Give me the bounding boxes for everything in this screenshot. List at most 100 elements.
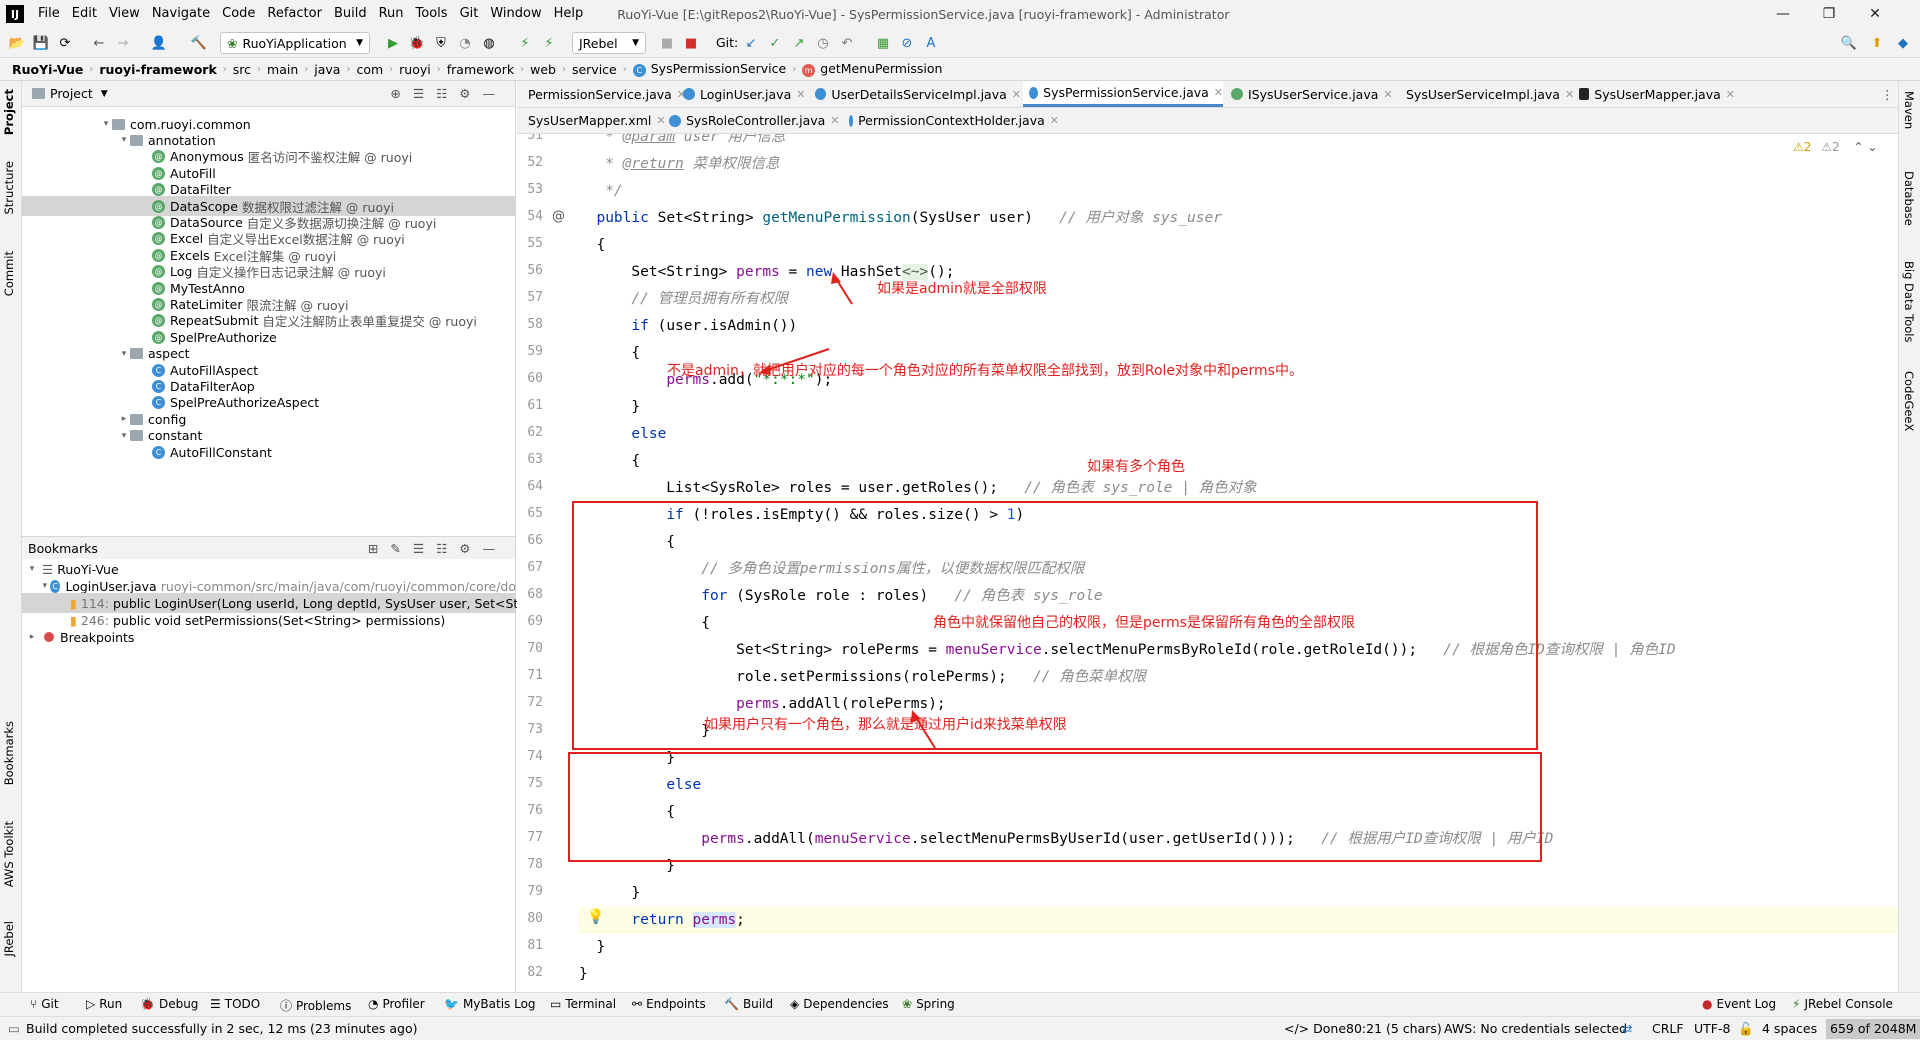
- restore-icon[interactable]: ❐: [1806, 0, 1852, 28]
- project-panel-actions[interactable]: ⊕☰☷⚙—: [390, 86, 507, 101]
- tab-sys-role-controller[interactable]: SysRoleController.java ✕: [663, 108, 841, 133]
- caret-position[interactable]: 80:21 (5 chars): [1346, 1021, 1442, 1036]
- forward-icon[interactable]: →: [114, 34, 132, 52]
- profiler-tool-button[interactable]: ◔ Profiler: [368, 997, 425, 1011]
- menu-file[interactable]: File: [32, 0, 66, 28]
- git-sync-icon[interactable]: ⇄: [1622, 1021, 1632, 1036]
- open-folder-icon[interactable]: 📂: [8, 34, 26, 52]
- menu-window[interactable]: Window: [484, 0, 547, 28]
- menu-edit[interactable]: Edit: [66, 0, 103, 28]
- commit-tool-tab[interactable]: Commit: [2, 251, 16, 296]
- chevron-right-icon[interactable]: ▸: [118, 414, 130, 424]
- menu-tools[interactable]: Tools: [410, 0, 454, 28]
- tab-sys-permission-service[interactable]: SysPermissionService.java ✕: [1023, 81, 1223, 107]
- maven-tool-tab[interactable]: Maven: [1902, 91, 1916, 129]
- run-menu-icon[interactable]: ◍: [480, 34, 498, 52]
- menu-navigate[interactable]: Navigate: [146, 0, 216, 28]
- breadcrumb-service[interactable]: service: [572, 62, 617, 77]
- close-icon[interactable]: ✕: [1012, 88, 1021, 101]
- tab-user-details-service-impl[interactable]: UserDetailsServiceImpl.java ✕: [809, 81, 1021, 107]
- problems-tool-button[interactable]: ⓘ Problems: [280, 997, 351, 1014]
- build-hammer-icon[interactable]: 🔨: [190, 34, 208, 52]
- run-config-select[interactable]: ❀ RuoYiApplication ▼: [220, 32, 370, 54]
- jrebel-debug-icon[interactable]: ⚡: [540, 34, 558, 52]
- file-encoding[interactable]: UTF-8: [1694, 1021, 1730, 1036]
- git-rollback-icon[interactable]: ↶: [838, 34, 856, 52]
- dependencies-tool-button[interactable]: ◈ Dependencies: [790, 997, 889, 1011]
- chevron-down-icon[interactable]: ▾: [118, 349, 130, 359]
- menu-code[interactable]: Code: [216, 0, 261, 28]
- big-data-tools-tab[interactable]: Big Data Tools: [1902, 261, 1916, 342]
- breadcrumb-main[interactable]: main: [267, 62, 298, 77]
- close-icon[interactable]: ✕: [830, 114, 839, 127]
- spring-tool-button[interactable]: ❀ Spring: [902, 997, 955, 1011]
- sync-icon[interactable]: ⟳: [56, 34, 74, 52]
- endpoints-tool-button[interactable]: ⚯ Endpoints: [632, 997, 706, 1011]
- git-tool-button[interactable]: ⑂ Git: [30, 997, 59, 1011]
- build-tool-button[interactable]: 🔨 Build: [724, 997, 773, 1011]
- code-editor[interactable]: 51 52 53 54 55 56 57 58 59 60 61 62 63 64 65 66 67 68 69 70…: [517, 134, 1898, 992]
- jrebel-console-tool-button[interactable]: ⚡ JRebel Console: [1792, 997, 1893, 1011]
- debug-icon[interactable]: 🐞: [408, 34, 426, 52]
- breakpoints-node[interactable]: ▸ Breakpoints: [22, 627, 516, 647]
- aws-toolkit-tool-tab[interactable]: AWS Toolkit: [2, 821, 16, 887]
- lock-icon[interactable]: 🔓: [1738, 1021, 1754, 1037]
- breadcrumb-src[interactable]: src: [233, 62, 251, 77]
- tab-isys-user-service[interactable]: ISysUserService.java ✕: [1225, 81, 1393, 107]
- coverage-icon[interactable]: ⛨: [432, 34, 450, 52]
- chevron-down-icon[interactable]: ▾: [100, 119, 112, 129]
- menu-run[interactable]: Run: [373, 0, 410, 28]
- tab-sys-user-mapper[interactable]: SysUserMapper.java ✕: [1573, 81, 1735, 107]
- git-commit-icon[interactable]: ✓: [766, 34, 784, 52]
- build-status-message[interactable]: Build completed successfully in 2 sec, 1…: [26, 1021, 418, 1036]
- bookmarks-actions[interactable]: ⊞✎☰☷⚙—: [368, 541, 507, 556]
- line-separator[interactable]: CRLF: [1652, 1021, 1684, 1036]
- git-push-icon[interactable]: ↗: [790, 34, 808, 52]
- codegeex-status[interactable]: </> Done: [1284, 1021, 1346, 1036]
- structure-tool-tab[interactable]: Structure: [2, 161, 16, 215]
- chevron-down-icon[interactable]: ▼: [101, 89, 108, 99]
- mybatis-log-tool-button[interactable]: 🐦 MyBatis Log: [444, 997, 536, 1011]
- save-icon[interactable]: 💾: [32, 34, 50, 52]
- plugin-icon[interactable]: ◆: [1894, 34, 1912, 52]
- user-icon[interactable]: 👤: [150, 34, 168, 52]
- tab-sys-user-mapper-xml[interactable]: SysUserMapper.xml ✕: [517, 108, 666, 133]
- git-update-icon[interactable]: ↙: [742, 34, 760, 52]
- jrebel-select[interactable]: JRebel ▼: [572, 32, 646, 54]
- indent-setting[interactable]: 4 spaces: [1762, 1021, 1817, 1036]
- menu-build[interactable]: Build: [328, 0, 373, 28]
- close-icon[interactable]: ✕: [1726, 88, 1735, 101]
- menu-view[interactable]: View: [103, 0, 146, 28]
- git-history-icon[interactable]: ◷: [814, 34, 832, 52]
- close-icon[interactable]: ✕: [1383, 88, 1392, 101]
- close-window-icon[interactable]: ✕: [1852, 0, 1898, 28]
- breadcrumb-com[interactable]: com: [356, 62, 383, 77]
- breadcrumb-web[interactable]: web: [530, 62, 556, 77]
- tab-login-user[interactable]: LoginUser.java ✕: [677, 81, 807, 107]
- menu-git[interactable]: Git: [454, 0, 485, 28]
- more-tabs-icon[interactable]: ⋮: [1881, 87, 1894, 102]
- close-icon[interactable]: ✕: [796, 88, 805, 101]
- breadcrumb-class[interactable]: C SysPermissionService: [632, 61, 786, 77]
- chevron-down-icon[interactable]: ▾: [118, 135, 130, 145]
- tab-permission-service[interactable]: PermissionService.java ✕: [517, 81, 686, 107]
- search-icon[interactable]: 🔍: [1840, 34, 1858, 52]
- breadcrumb-module[interactable]: ruoyi-framework: [99, 62, 216, 77]
- update-icon[interactable]: ⬆: [1868, 34, 1886, 52]
- close-icon[interactable]: ✕: [1214, 86, 1223, 99]
- bookmarks-tool-tab[interactable]: Bookmarks: [2, 721, 16, 785]
- jrebel-run-icon[interactable]: ⚡: [516, 34, 534, 52]
- tab-sys-user-service-impl[interactable]: SysUserServiceImpl.java ✕: [1395, 81, 1574, 107]
- project-tree-item[interactable]: C AutoFillConstant: [22, 442, 516, 462]
- no-entry-icon[interactable]: ⊘: [898, 34, 916, 52]
- aws-credentials[interactable]: AWS: No credentials selected: [1444, 1021, 1627, 1036]
- menu-help[interactable]: Help: [548, 0, 590, 28]
- minimize-icon[interactable]: —: [1760, 0, 1806, 28]
- terminal-tool-button[interactable]: ▭ Terminal: [550, 997, 616, 1011]
- breadcrumb-framework[interactable]: framework: [447, 62, 514, 77]
- database-tool-tab[interactable]: Database: [1902, 171, 1916, 226]
- close-icon[interactable]: ✕: [1050, 114, 1059, 127]
- profile-icon[interactable]: ◔: [456, 34, 474, 52]
- breadcrumb-project[interactable]: RuoYi-Vue: [12, 62, 83, 77]
- project-panel-title[interactable]: Project: [50, 86, 93, 101]
